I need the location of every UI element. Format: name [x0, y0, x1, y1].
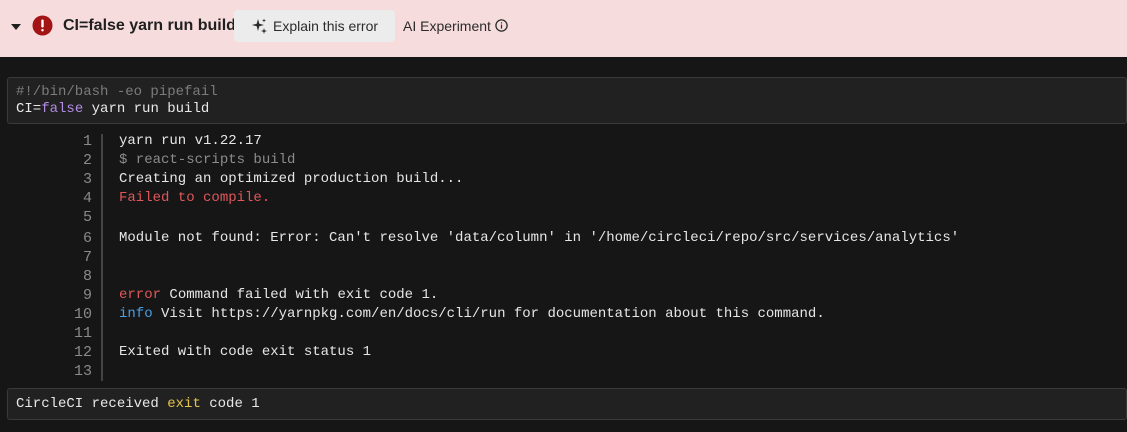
error-circle-icon	[32, 15, 53, 36]
ai-experiment-label: AI Experiment	[403, 18, 491, 34]
line-text: info Visit https://yarnpkg.com/en/docs/c…	[119, 305, 825, 324]
line-number: 6	[82, 230, 92, 247]
exit-status-text: CircleCI received exit code 1	[16, 395, 260, 413]
command-prefix: CI=	[16, 101, 42, 117]
line-number: 8	[82, 268, 92, 285]
command-keyword: false	[41, 101, 84, 117]
output-line: 3 Creating an optimized production build…	[0, 170, 1127, 189]
output-line: 2 $ react-scripts build	[0, 151, 1127, 170]
explain-error-button[interactable]: Explain this error	[234, 10, 395, 42]
output-line: 9 error Command failed with exit code 1.	[0, 286, 1127, 305]
output-line: 6 Module not found: Error: Can't resolve…	[0, 229, 1127, 248]
output-line: 8	[0, 267, 1127, 286]
output-line: 4 Failed to compile.	[0, 189, 1127, 208]
line-text: yarn run v1.22.17	[119, 133, 262, 149]
exit-prefix: CircleCI received	[16, 396, 168, 412]
step-title: CI=false yarn run build	[63, 17, 236, 34]
sparkle-icon	[252, 18, 267, 34]
line-number: 13	[73, 363, 92, 380]
line-text: Failed to compile.	[119, 190, 271, 206]
exit-status-box: CircleCI received exit code 1	[7, 388, 1127, 420]
line-number: 11	[73, 325, 92, 342]
line-text: Exited with code exit status 1	[119, 344, 372, 360]
output-line: 13	[0, 362, 1127, 381]
command-box: #!/bin/bash -eo pipefail CI=false yarn r…	[7, 77, 1127, 124]
output-line: 5	[0, 208, 1127, 227]
shebang-line: #!/bin/bash -eo pipefail	[16, 84, 218, 100]
line-number: 7	[82, 249, 92, 266]
line-number: 1	[82, 133, 92, 150]
output-line: 10 info Visit https://yarnpkg.com/en/doc…	[0, 305, 1127, 324]
line-number: 12	[73, 344, 92, 361]
line-number: 5	[82, 209, 92, 226]
command-suffix: yarn run build	[83, 101, 210, 117]
info-icon[interactable]	[495, 19, 508, 32]
info-message: Visit https://yarnpkg.com/en/docs/cli/ru…	[152, 306, 825, 322]
output-line: 12 Exited with code exit status 1	[0, 343, 1127, 362]
chevron-down-icon[interactable]	[10, 21, 22, 33]
output-line: 7	[0, 248, 1127, 267]
error-message: Command failed with exit code 1.	[161, 287, 439, 303]
line-text: Module not found: Error: Can't resolve '…	[119, 230, 960, 246]
explain-error-label: Explain this error	[273, 18, 379, 34]
line-text: error Command failed with exit code 1.	[119, 286, 438, 305]
line-number: 4	[82, 190, 92, 207]
line-number: 2	[82, 152, 92, 169]
command-line: CI=false yarn run build	[16, 100, 209, 118]
line-number: 3	[82, 171, 92, 188]
build-output: 1 yarn run v1.22.17 2 $ react-scripts bu…	[0, 132, 1127, 382]
line-text: $ react-scripts build	[119, 152, 296, 168]
line-number: 10	[73, 306, 92, 323]
step-header: CI=false yarn run build Explain this err…	[0, 0, 1127, 57]
exit-suffix: code 1	[200, 396, 260, 412]
output-line: 11	[0, 324, 1127, 343]
info-tag: info	[119, 306, 153, 322]
line-text: Creating an optimized production build..…	[119, 171, 464, 187]
line-number: 9	[82, 287, 92, 304]
error-tag: error	[119, 287, 162, 303]
output-line: 1 yarn run v1.22.17	[0, 132, 1127, 151]
exit-keyword: exit	[167, 396, 201, 412]
